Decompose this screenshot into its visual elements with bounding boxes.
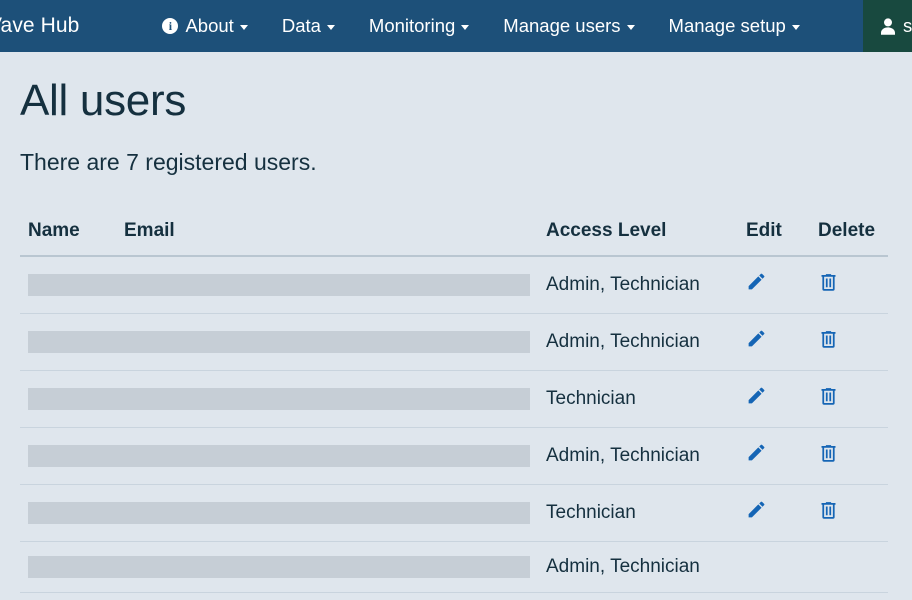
- brand-label: Vave Hub: [0, 14, 80, 37]
- table-row: Admin, Technician: [20, 312, 888, 371]
- trash-icon: [818, 499, 839, 521]
- user-identity-cell: [20, 540, 538, 593]
- redacted-user-info: [28, 330, 530, 353]
- edit-user-button[interactable]: [746, 328, 767, 349]
- page-content: All users There are 7 registered users. …: [0, 76, 912, 600]
- delete-user-button[interactable]: [818, 499, 839, 521]
- info-icon: i: [162, 18, 179, 34]
- delete-cell: [810, 256, 888, 314]
- table-row: Technician: [20, 591, 888, 600]
- column-header-email[interactable]: Email: [116, 219, 538, 257]
- page-subtitle: There are 7 registered users.: [20, 149, 317, 176]
- user-menu[interactable]: se: [863, 0, 912, 52]
- pencil-icon: [746, 385, 767, 406]
- chevron-down-icon: [791, 25, 800, 30]
- nav-item-manage-users-label: Manage users: [503, 14, 621, 36]
- edit-user-button[interactable]: [746, 385, 767, 406]
- chevron-down-icon: [239, 25, 248, 30]
- nav-item-manage-users[interactable]: Manage users: [486, 0, 651, 52]
- pencil-icon: [746, 499, 767, 520]
- nav-item-manage-setup-label: Manage setup: [668, 14, 786, 36]
- users-table: Name Email Access Level Edit Delete Admi…: [20, 219, 888, 600]
- user-identity-cell: [20, 483, 538, 542]
- delete-unavailable: [818, 556, 880, 577]
- delete-cell: [810, 312, 888, 371]
- user-identity-cell: [20, 256, 538, 314]
- redacted-user-info: [28, 444, 530, 467]
- access-level-cell: Admin, Technician: [538, 426, 738, 485]
- delete-cell: [810, 426, 888, 485]
- delete-user-button[interactable]: [818, 385, 839, 407]
- chevron-down-icon: [461, 25, 470, 30]
- delete-user-button[interactable]: [818, 328, 839, 350]
- trash-icon: [818, 328, 839, 350]
- redacted-user-info: [28, 501, 530, 524]
- edit-cell: [738, 540, 810, 593]
- edit-cell: [738, 426, 810, 485]
- table-row: Technician: [20, 369, 888, 428]
- edit-cell: [738, 483, 810, 542]
- table-row: Admin, Technician: [20, 426, 888, 485]
- redacted-user-info: [28, 273, 530, 296]
- main-nav: i About Data Monitoring Manage users Man…: [145, 0, 816, 52]
- delete-user-button[interactable]: [818, 442, 839, 464]
- table-row: Admin, Technician: [20, 256, 888, 314]
- user-identity-cell: [20, 426, 538, 485]
- edit-user-button[interactable]: [746, 442, 767, 463]
- nav-item-data-label: Data: [281, 14, 321, 36]
- redacted-user-info: [28, 387, 530, 410]
- user-identity-cell: [20, 591, 538, 600]
- column-header-edit: Edit: [738, 219, 810, 257]
- chevron-down-icon: [626, 25, 635, 30]
- table-header: Name Email Access Level Edit Delete: [20, 219, 888, 257]
- table-row: Admin, Technician: [20, 540, 888, 593]
- user-identity-cell: [20, 369, 538, 428]
- nav-item-about[interactable]: i About: [145, 0, 264, 52]
- access-level-cell: Technician: [538, 369, 738, 428]
- delete-cell: [810, 540, 888, 593]
- nav-item-manage-setup[interactable]: Manage setup: [652, 0, 817, 52]
- table-row: Technician: [20, 483, 888, 542]
- trash-icon: [818, 442, 839, 464]
- nav-item-about-label: About: [185, 14, 234, 36]
- table-body: Admin, Technician Admin, Technician Techni…: [20, 256, 888, 600]
- trash-icon: [818, 271, 839, 293]
- user-icon: [881, 17, 895, 35]
- delete-user-button[interactable]: [818, 271, 839, 293]
- edit-cell: [738, 256, 810, 314]
- edit-cell: [738, 369, 810, 428]
- access-level-cell: Admin, Technician: [538, 540, 738, 593]
- top-navbar: Vave Hub i About Data Monitoring Manage …: [0, 0, 912, 52]
- nav-item-monitoring-label: Monitoring: [368, 14, 456, 36]
- redacted-user-info: [28, 555, 530, 578]
- access-level-cell: Technician: [538, 483, 738, 542]
- pencil-icon: [746, 271, 767, 292]
- column-header-delete: Delete: [810, 219, 888, 257]
- chevron-down-icon: [326, 25, 335, 30]
- pencil-icon: [746, 442, 767, 463]
- delete-cell: [810, 591, 888, 600]
- edit-user-button[interactable]: [746, 271, 767, 292]
- edit-cell: [738, 591, 810, 600]
- delete-cell: [810, 369, 888, 428]
- delete-cell: [810, 483, 888, 542]
- page-title: All users: [20, 76, 187, 125]
- user-identity-cell: [20, 312, 538, 371]
- edit-user-button[interactable]: [746, 499, 767, 520]
- user-menu-label: se: [903, 15, 912, 36]
- table-header-row: Name Email Access Level Edit Delete: [20, 219, 888, 257]
- brand-logo[interactable]: Vave Hub: [0, 0, 79, 52]
- nav-item-data[interactable]: Data: [265, 0, 352, 52]
- access-level-cell: Admin, Technician: [546, 273, 700, 295]
- edit-unavailable: [746, 556, 802, 577]
- trash-icon: [818, 385, 839, 407]
- access-level-cell: Admin, Technician: [538, 312, 738, 371]
- column-header-name[interactable]: Name: [20, 219, 116, 257]
- edit-cell: [738, 312, 810, 371]
- access-level-cell: Technician: [538, 591, 738, 600]
- column-header-access[interactable]: Access Level: [538, 219, 738, 257]
- nav-item-monitoring[interactable]: Monitoring: [352, 0, 486, 52]
- pencil-icon: [746, 328, 767, 349]
